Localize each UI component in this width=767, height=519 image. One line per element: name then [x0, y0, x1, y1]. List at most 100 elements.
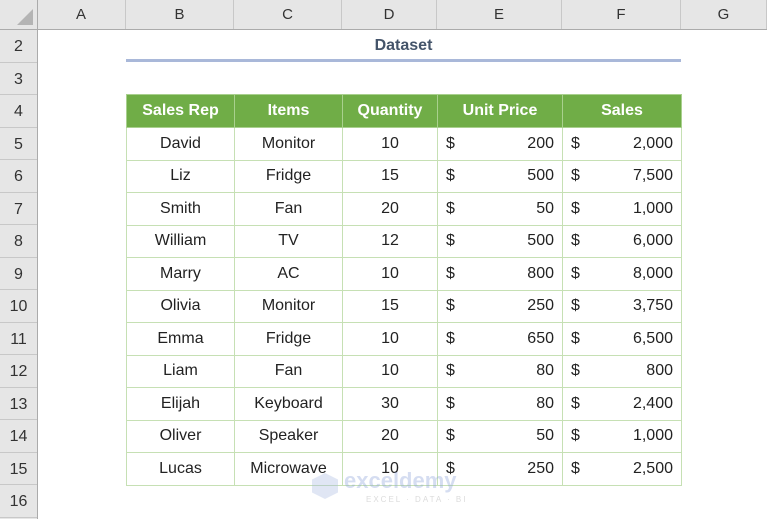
cell-sales[interactable]: $1,000 — [562, 419, 682, 453]
cell-sales-rep[interactable]: Liam — [126, 354, 235, 388]
cell-sales-rep[interactable]: Marry — [126, 257, 235, 291]
currency-symbol: $ — [571, 362, 580, 380]
cell-quantity[interactable]: 10 — [342, 257, 438, 291]
amount-value: 1,000 — [632, 199, 673, 217]
select-all-button[interactable] — [0, 0, 38, 29]
cell-unit-price[interactable]: $50 — [437, 419, 563, 453]
cell-sales[interactable]: $6,000 — [562, 224, 682, 258]
cell-sales-rep[interactable]: Lucas — [126, 452, 235, 486]
cell-sales-rep[interactable]: Liz — [126, 159, 235, 193]
amount-value: 50 — [536, 199, 554, 217]
amount-value: 2,400 — [632, 394, 673, 412]
cell-quantity[interactable]: 10 — [342, 127, 438, 161]
cell-sales[interactable]: $2,000 — [562, 127, 682, 161]
currency-symbol: $ — [571, 167, 580, 185]
cell-unit-price[interactable]: $500 — [437, 224, 563, 258]
column-header-e[interactable]: E — [437, 0, 562, 29]
cell-unit-price[interactable]: $500 — [437, 159, 563, 193]
cell-item[interactable]: Monitor — [234, 127, 343, 161]
cell-sales[interactable]: $2,400 — [562, 387, 682, 421]
amount-value: 250 — [527, 459, 554, 477]
select-all-icon — [17, 9, 33, 25]
row-header-11[interactable]: 11 — [0, 323, 37, 355]
amount-value: 8,000 — [632, 264, 673, 282]
cell-sales[interactable]: $1,000 — [562, 192, 682, 226]
table-row: David Monitor 10 $200 $2,000 — [126, 127, 682, 161]
column-header-c[interactable]: C — [234, 0, 342, 29]
amount-value: 2,000 — [632, 134, 673, 152]
cell-unit-price[interactable]: $50 — [437, 192, 563, 226]
cell-sales[interactable]: $8,000 — [562, 257, 682, 291]
cell-item[interactable]: Fan — [234, 354, 343, 388]
cell-item[interactable]: Microwave — [234, 452, 343, 486]
cell-quantity[interactable]: 15 — [342, 289, 438, 323]
cell-quantity[interactable]: 10 — [342, 354, 438, 388]
cell-unit-price[interactable]: $80 — [437, 387, 563, 421]
cell-sales-rep[interactable]: Elijah — [126, 387, 235, 421]
row-header-10[interactable]: 10 — [0, 290, 37, 323]
cell-unit-price[interactable]: $250 — [437, 452, 563, 486]
cell-quantity[interactable]: 12 — [342, 224, 438, 258]
row-header-6[interactable]: 6 — [0, 160, 37, 193]
currency-symbol: $ — [446, 134, 455, 152]
cell-quantity[interactable]: 10 — [342, 322, 438, 356]
table-row: Lucas Microwave 10 $250 $2,500 — [126, 452, 682, 486]
cell-quantity[interactable]: 10 — [342, 452, 438, 486]
row-header-5[interactable]: 5 — [0, 128, 37, 160]
cell-item[interactable]: Fan — [234, 192, 343, 226]
cell-quantity[interactable]: 20 — [342, 419, 438, 453]
cell-sales[interactable]: $2,500 — [562, 452, 682, 486]
cell-sales[interactable]: $7,500 — [562, 159, 682, 193]
column-header-d[interactable]: D — [342, 0, 437, 29]
column-header-g[interactable]: G — [681, 0, 767, 29]
row-header-2[interactable]: 2 — [0, 30, 37, 63]
cell-unit-price[interactable]: $80 — [437, 354, 563, 388]
table-row: Olivia Monitor 15 $250 $3,750 — [126, 289, 682, 323]
row-header-16[interactable]: 16 — [0, 485, 37, 518]
cell-sales-rep[interactable]: Smith — [126, 192, 235, 226]
header-quantity[interactable]: Quantity — [342, 94, 438, 128]
cell-sales-rep[interactable]: Oliver — [126, 419, 235, 453]
row-header-9[interactable]: 9 — [0, 258, 37, 290]
row-header-7[interactable]: 7 — [0, 193, 37, 225]
header-items[interactable]: Items — [234, 94, 343, 128]
cell-sales-rep[interactable]: David — [126, 127, 235, 161]
cell-unit-price[interactable]: $250 — [437, 289, 563, 323]
cell-sales[interactable]: $3,750 — [562, 289, 682, 323]
cell-item[interactable]: Speaker — [234, 419, 343, 453]
header-unit-price[interactable]: Unit Price — [437, 94, 563, 128]
amount-value: 6,000 — [632, 232, 673, 250]
cell-item[interactable]: Fridge — [234, 159, 343, 193]
cell-quantity[interactable]: 15 — [342, 159, 438, 193]
cell-quantity[interactable]: 20 — [342, 192, 438, 226]
row-header-3[interactable]: 3 — [0, 63, 37, 95]
cell-sales-rep[interactable]: Emma — [126, 322, 235, 356]
dataset-title: Dataset — [374, 37, 433, 54]
cell-sales-rep[interactable]: William — [126, 224, 235, 258]
row-header-12[interactable]: 12 — [0, 355, 37, 388]
row-header-4[interactable]: 4 — [0, 95, 37, 128]
header-sales-rep[interactable]: Sales Rep — [126, 94, 235, 128]
cell-item[interactable]: Keyboard — [234, 387, 343, 421]
row-header-15[interactable]: 15 — [0, 453, 37, 485]
column-header-b[interactable]: B — [126, 0, 234, 29]
currency-symbol: $ — [446, 459, 455, 477]
cell-sales-rep[interactable]: Olivia — [126, 289, 235, 323]
cell-sales[interactable]: $6,500 — [562, 322, 682, 356]
row-header-13[interactable]: 13 — [0, 388, 37, 420]
row-header-14[interactable]: 14 — [0, 420, 37, 453]
cell-quantity[interactable]: 30 — [342, 387, 438, 421]
currency-symbol: $ — [446, 167, 455, 185]
row-header-8[interactable]: 8 — [0, 225, 37, 258]
cell-sales[interactable]: $800 — [562, 354, 682, 388]
column-header-a[interactable]: A — [37, 0, 126, 29]
cell-item[interactable]: AC — [234, 257, 343, 291]
cell-unit-price[interactable]: $650 — [437, 322, 563, 356]
cell-item[interactable]: Monitor — [234, 289, 343, 323]
column-header-f[interactable]: F — [562, 0, 681, 29]
cell-unit-price[interactable]: $200 — [437, 127, 563, 161]
cell-item[interactable]: Fridge — [234, 322, 343, 356]
cell-unit-price[interactable]: $800 — [437, 257, 563, 291]
cell-item[interactable]: TV — [234, 224, 343, 258]
header-sales[interactable]: Sales — [562, 94, 682, 128]
